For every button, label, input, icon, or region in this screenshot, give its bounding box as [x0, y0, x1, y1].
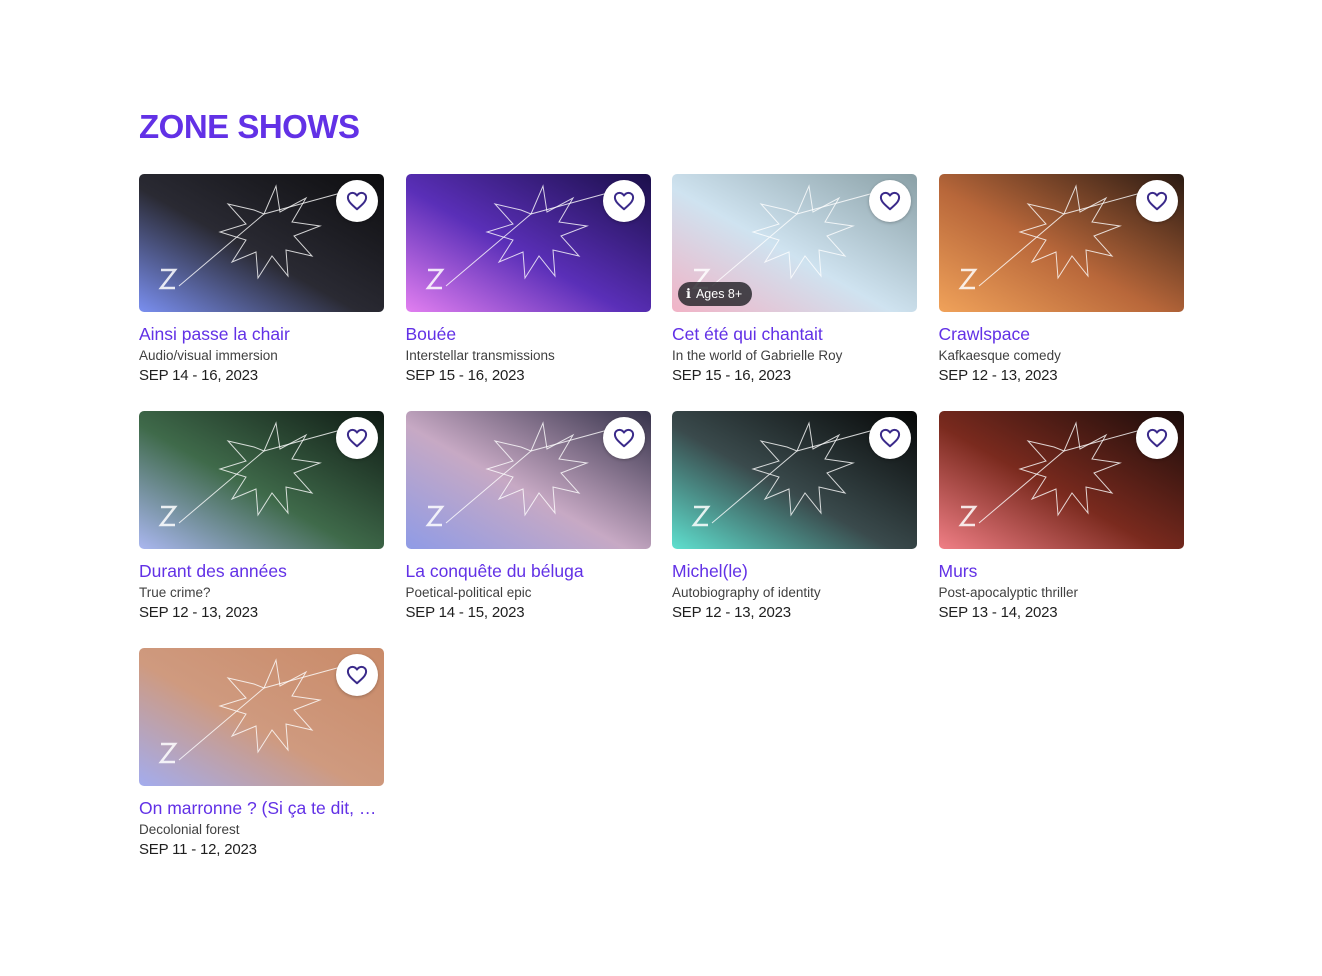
heart-icon	[879, 428, 901, 448]
show-dates: SEP 12 - 13, 2023	[938, 367, 1058, 384]
show-image[interactable]	[938, 411, 1184, 549]
age-badge-label: Ages 8+	[695, 287, 743, 301]
show-image[interactable]	[672, 411, 917, 549]
favorite-button[interactable]	[869, 417, 911, 459]
show-tagline: Post-apocalyptic thriller	[938, 585, 1079, 600]
show-card[interactable]: Durant des années True crime? SEP 12 - 1…	[139, 411, 384, 648]
show-card[interactable]: Crawlspace Kafkaesque comedy SEP 12 - 13…	[938, 174, 1184, 411]
show-image[interactable]: ℹ Ages 8+	[672, 174, 917, 312]
show-dates: SEP 14 - 15, 2023	[405, 604, 525, 621]
show-title[interactable]: Ainsi passe la chair	[139, 322, 384, 346]
heart-icon	[346, 191, 368, 211]
favorite-button[interactable]	[602, 180, 645, 222]
show-dates: SEP 14 - 16, 2023	[139, 367, 258, 384]
heart-icon	[346, 665, 368, 685]
show-tagline: Audio/visual immersion	[139, 348, 278, 363]
show-title[interactable]: Bouée	[406, 322, 651, 346]
show-image[interactable]	[938, 174, 1184, 312]
show-card[interactable]: Murs Post-apocalyptic thriller SEP 13 - …	[938, 411, 1184, 648]
show-dates: SEP 13 - 14, 2023	[938, 604, 1058, 621]
heart-icon	[1146, 191, 1167, 211]
heart-icon	[613, 191, 634, 211]
show-dates: SEP 15 - 16, 2023	[405, 367, 525, 384]
show-title[interactable]: On marronne ? (Si ça te dit, viens)	[139, 796, 384, 820]
show-title[interactable]: Michel(le)	[672, 559, 917, 583]
show-tagline: Autobiography of identity	[672, 585, 821, 600]
favorite-button[interactable]	[336, 180, 378, 222]
favorite-button[interactable]	[602, 417, 645, 459]
show-image[interactable]	[405, 411, 651, 549]
show-tagline: In the world of Gabrielle Roy	[672, 348, 843, 363]
show-dates: SEP 12 - 13, 2023	[139, 604, 258, 621]
show-dates: SEP 11 - 12, 2023	[139, 841, 257, 858]
show-title[interactable]: Murs	[939, 559, 1184, 583]
show-title[interactable]: La conquête du béluga	[406, 559, 651, 583]
show-title[interactable]: Crawlspace	[939, 322, 1184, 346]
show-tagline: Kafkaesque comedy	[938, 348, 1061, 363]
show-image[interactable]	[139, 174, 384, 312]
favorite-button[interactable]	[869, 180, 911, 222]
heart-icon	[879, 191, 901, 211]
show-image[interactable]	[139, 648, 384, 786]
show-tagline: Decolonial forest	[139, 822, 240, 837]
show-title[interactable]: Cet été qui chantait	[672, 322, 917, 346]
favorite-button[interactable]	[1135, 417, 1178, 459]
show-card[interactable]: La conquête du béluga Poetical-political…	[405, 411, 651, 648]
show-image[interactable]	[139, 411, 384, 549]
section-title: ZONE SHOWS	[139, 108, 360, 145]
shows-grid: Ainsi passe la chair Audio/visual immers…	[139, 174, 1184, 885]
show-card[interactable]: Michel(le) Autobiography of identity SEP…	[672, 411, 917, 648]
show-image[interactable]	[405, 174, 651, 312]
favorite-button[interactable]	[336, 417, 378, 459]
show-dates: SEP 15 - 16, 2023	[672, 367, 791, 384]
show-tagline: Interstellar transmissions	[405, 348, 555, 363]
show-dates: SEP 12 - 13, 2023	[672, 604, 791, 621]
show-card[interactable]: On marronne ? (Si ça te dit, viens) Deco…	[139, 648, 384, 885]
show-card[interactable]: Ainsi passe la chair Audio/visual immers…	[139, 174, 384, 411]
favorite-button[interactable]	[1135, 180, 1178, 222]
favorite-button[interactable]	[336, 654, 378, 696]
show-tagline: True crime?	[139, 585, 211, 600]
show-card[interactable]: Bouée Interstellar transmissions SEP 15 …	[405, 174, 651, 411]
info-icon: ℹ	[686, 286, 691, 301]
show-card[interactable]: ℹ Ages 8+ Cet été qui chantait In the wor…	[672, 174, 917, 411]
show-title[interactable]: Durant des années	[139, 559, 384, 583]
age-badge: ℹ Ages 8+	[678, 282, 753, 306]
heart-icon	[1146, 428, 1167, 448]
heart-icon	[346, 428, 368, 448]
heart-icon	[613, 428, 634, 448]
show-tagline: Poetical-political epic	[405, 585, 532, 600]
